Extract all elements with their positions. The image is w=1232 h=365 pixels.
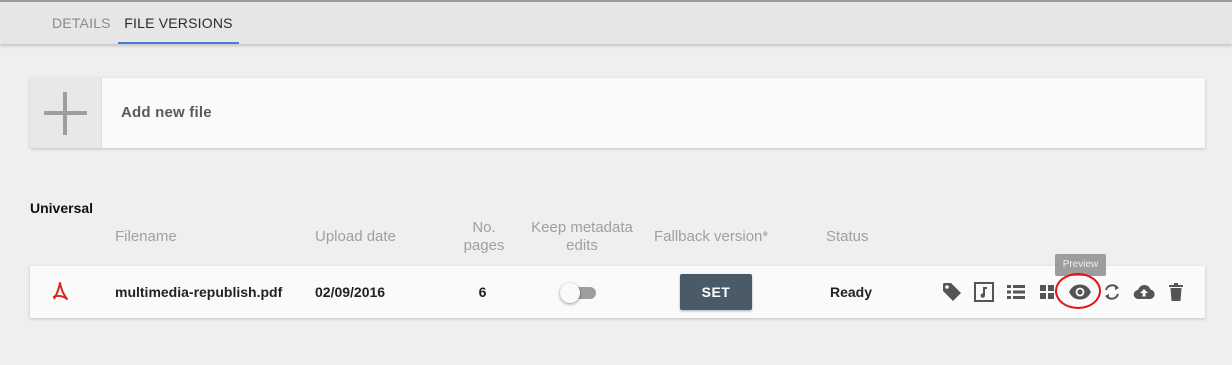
- tab-file-versions[interactable]: FILE VERSIONS: [118, 2, 239, 44]
- upload-date: 02/09/2016: [315, 284, 386, 300]
- list-view-icon[interactable]: [1004, 280, 1028, 304]
- tab-bar: DETAILS FILE VERSIONS: [0, 0, 1232, 44]
- column-header-fallback-version: Fallback version*: [654, 228, 769, 245]
- column-header-status: Status: [826, 228, 869, 245]
- column-header-filename: Filename: [115, 228, 177, 245]
- status-text: Ready: [830, 284, 873, 300]
- cloud-upload-icon[interactable]: [1132, 280, 1156, 304]
- highlight-ring: [1055, 273, 1101, 309]
- column-header-keep-line1: Keep metadata: [531, 219, 633, 236]
- section-title: Universal: [30, 200, 94, 216]
- add-new-file-label: Add new file: [121, 104, 212, 121]
- column-header-keep-metadata: Keep metadata edits: [522, 219, 642, 255]
- file-name: multimedia-republish.pdf: [115, 284, 283, 300]
- tag-icon[interactable]: [940, 280, 964, 304]
- column-header-pages: No. pages: [462, 219, 506, 255]
- column-header-pages-line1: No.: [472, 219, 496, 236]
- column-header-pages-line2: pages: [463, 237, 505, 254]
- pdf-icon: [48, 279, 72, 303]
- trash-icon[interactable]: [1164, 280, 1188, 304]
- refresh-icon[interactable]: [1100, 280, 1124, 304]
- keep-metadata-toggle[interactable]: [560, 283, 596, 303]
- page-count: 6: [478, 284, 487, 300]
- add-new-file-button[interactable]: Add new file: [30, 78, 1205, 148]
- music-note-icon[interactable]: [972, 280, 996, 304]
- column-header-upload-date: Upload date: [315, 228, 396, 245]
- column-header-keep-line2: edits: [566, 237, 598, 254]
- table-row: multimedia-republish.pdf 02/09/2016 6 SE…: [30, 266, 1205, 318]
- plus-icon: [30, 78, 102, 148]
- tab-details[interactable]: DETAILS: [52, 2, 111, 44]
- set-fallback-button[interactable]: SET: [680, 274, 752, 310]
